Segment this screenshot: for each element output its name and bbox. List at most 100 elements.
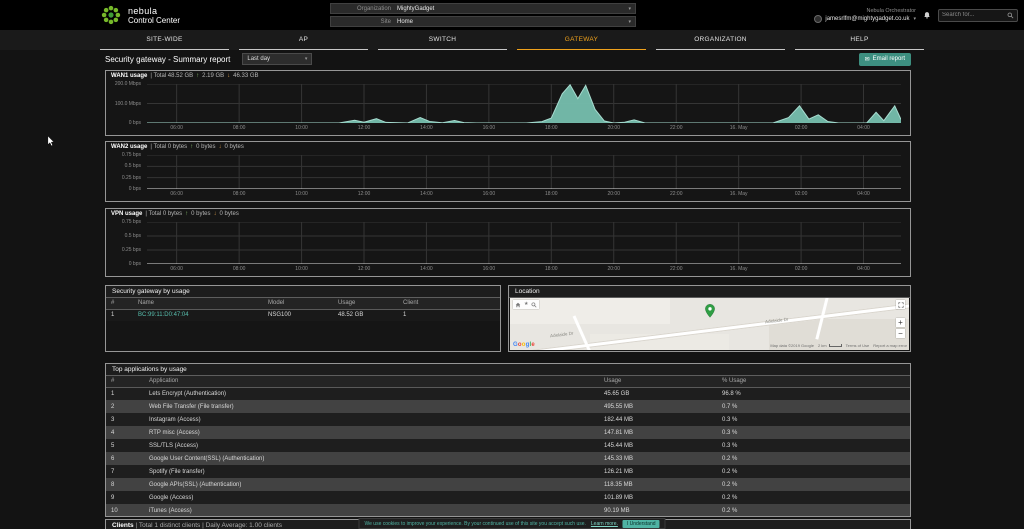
tab-gateway[interactable]: GATEWAY: [517, 30, 646, 50]
table-row: 2Web File Transfer (File transfer)495.55…: [106, 400, 910, 413]
page-toolbar: Security gateway - Summary report Last d…: [105, 51, 911, 67]
table-cell: 0.2 %: [717, 504, 910, 517]
map-scale-line: [829, 344, 842, 347]
table-row: 3Instagram (Access)182.44 MB0.3 %: [106, 413, 910, 426]
map-terms-link[interactable]: Terms of Use: [846, 343, 870, 348]
fullscreen-icon: [898, 302, 904, 308]
x-tick-label: 14:00: [420, 191, 433, 197]
x-tick-label: 20:00: [607, 266, 620, 272]
table-cell: 0.2 %: [717, 452, 910, 465]
tab-organization[interactable]: ORGANIZATION: [656, 30, 785, 50]
google-logo: Google: [513, 342, 535, 348]
column-header: Client: [398, 298, 500, 309]
gateway-usage-panel: Security gateway by usage #NameModelUsag…: [105, 285, 501, 352]
column-header: Model: [263, 298, 333, 309]
cookie-banner: We use cookies to improve your experienc…: [358, 518, 665, 529]
chart-upload-value: 2.19 GB: [202, 73, 224, 79]
mouse-cursor: [47, 136, 55, 147]
star-icon[interactable]: ★: [524, 300, 528, 309]
tab-help[interactable]: HELP: [795, 30, 924, 50]
x-tick-label: 12:00: [358, 191, 371, 197]
brand-subtitle: Control Center: [128, 16, 180, 25]
map-report-link[interactable]: Report a map error: [873, 343, 907, 348]
search-icon[interactable]: [1007, 12, 1014, 19]
y-tick-label: 0.25 bps: [122, 175, 141, 181]
y-tick-label: 100.0 Mbps: [115, 101, 141, 107]
chart-total: | Total 48.52 GB: [150, 73, 193, 79]
avatar: [814, 15, 822, 23]
y-tick-label: 0.25 bps: [122, 247, 141, 253]
table-cell: 0.2 %: [717, 491, 910, 504]
y-tick-label: 0.75 bps: [122, 219, 141, 225]
panel-title: Security gateway by usage: [106, 286, 500, 298]
map-fullscreen-button[interactable]: [896, 300, 905, 309]
map-pin-icon[interactable]: [705, 304, 715, 318]
chart-total: | Total 0 bytes: [150, 144, 187, 150]
column-header: #: [106, 376, 144, 387]
chevron-down-icon: ▾: [913, 16, 916, 22]
table-cell: Google (Access): [144, 491, 599, 504]
table-row: 9Google (Access)101.89 MB0.2 %: [106, 491, 910, 504]
chart-title: WAN2 usage: [111, 144, 147, 150]
table-cell: 495.55 MB: [599, 400, 717, 413]
chart-upload-value: 0 bytes: [196, 144, 215, 150]
column-header: Name: [133, 298, 263, 309]
search-box[interactable]: [938, 9, 1018, 22]
x-tick-label: 20:00: [607, 125, 620, 131]
applications-table: #ApplicationUsage% Usage 1Lets Encrypt (…: [106, 376, 910, 517]
map-controls[interactable]: ★: [513, 300, 539, 309]
time-range-select[interactable]: Last day ▾: [242, 53, 312, 65]
google-logo-letter: e: [531, 342, 535, 348]
email-report-button[interactable]: ✉ Email report: [859, 53, 911, 66]
cookie-accept-button[interactable]: I Understand: [623, 520, 660, 528]
main-nav: SITE-WIDE AP SWITCH GATEWAY ORGANIZATION HELP: [0, 30, 1024, 50]
column-header: Usage: [333, 298, 398, 309]
cookie-learn-more-link[interactable]: Learn more.: [591, 521, 618, 527]
table-cell: 1: [398, 309, 500, 321]
gateway-table: #NameModelUsageClient 1BC:99:11:D0:47:04…: [106, 298, 500, 321]
x-tick-label: 14:00: [420, 266, 433, 272]
device-link[interactable]: BC:99:11:D0:47:04: [133, 309, 263, 321]
map[interactable]: Adelaide Dr Adelaide Dr ★ + − Google Map…: [510, 298, 909, 350]
account-email: jamesrlfm@mightygadget.co.uk: [825, 16, 909, 22]
x-axis-labels: 06:0008:0010:0012:0014:0016:0018:0020:00…: [147, 125, 901, 132]
x-tick-label: 16. May: [730, 125, 748, 131]
vpn-usage-chart-panel: VPN usage | Total 0 bytes ↑ 0 bytes ↓ 0 …: [105, 208, 911, 277]
account-menu[interactable]: Nebula Orchestrator jamesrlfm@mightygadg…: [814, 8, 916, 23]
x-tick-label: 16. May: [730, 266, 748, 272]
table-header-row: #ApplicationUsage% Usage: [106, 376, 910, 387]
search-input[interactable]: [942, 12, 1007, 18]
map-search-icon[interactable]: [531, 302, 537, 308]
column-header: % Usage: [717, 376, 910, 387]
tab-switch[interactable]: SWITCH: [378, 30, 507, 50]
table-row: 10iTunes (Access)90.19 MB0.2 %: [106, 504, 910, 517]
table-cell: 1: [106, 387, 144, 400]
map-zoom-out-button[interactable]: −: [896, 329, 905, 338]
tab-site-wide[interactable]: SITE-WIDE: [100, 30, 229, 50]
table-cell: 6: [106, 452, 144, 465]
table-row: 1BC:99:11:D0:47:04NSG10048.52 GB1: [106, 309, 500, 321]
map-zoom-in-button[interactable]: +: [896, 318, 905, 327]
table-row: 5SSL/TLS (Access)145.44 MB0.3 %: [106, 439, 910, 452]
table-cell: 0.3 %: [717, 413, 910, 426]
y-axis-labels: 0.75 bps0.5 bps0.25 bps0 bps: [106, 155, 144, 189]
chart-download-value: 0 bytes: [225, 144, 244, 150]
notifications-bell-icon[interactable]: [923, 11, 931, 20]
organization-value: MightyGadget: [397, 6, 434, 12]
site-select[interactable]: Site Home ▾: [330, 16, 636, 27]
upload-arrow-icon: ↑: [185, 211, 188, 217]
table-cell: RTP misc (Access): [144, 426, 599, 439]
table-cell: Google APIs(SSL) (Authentication): [144, 478, 599, 491]
map-attribution: Map data ©2019 Google 2 km Terms of Use …: [770, 343, 907, 348]
table-cell: 7: [106, 465, 144, 478]
road-label: Adelaide Dr: [550, 331, 574, 339]
site-label: Site: [331, 19, 397, 25]
table-cell: Lets Encrypt (Authentication): [144, 387, 599, 400]
tab-ap[interactable]: AP: [239, 30, 368, 50]
home-icon[interactable]: [515, 302, 521, 308]
table-cell: 0.7 %: [717, 400, 910, 413]
organization-select[interactable]: Organization MightyGadget ▾: [330, 3, 636, 14]
clients-title: Clients: [112, 522, 134, 529]
brand: nebula Control Center: [128, 6, 180, 25]
table-cell: 0.2 %: [717, 465, 910, 478]
